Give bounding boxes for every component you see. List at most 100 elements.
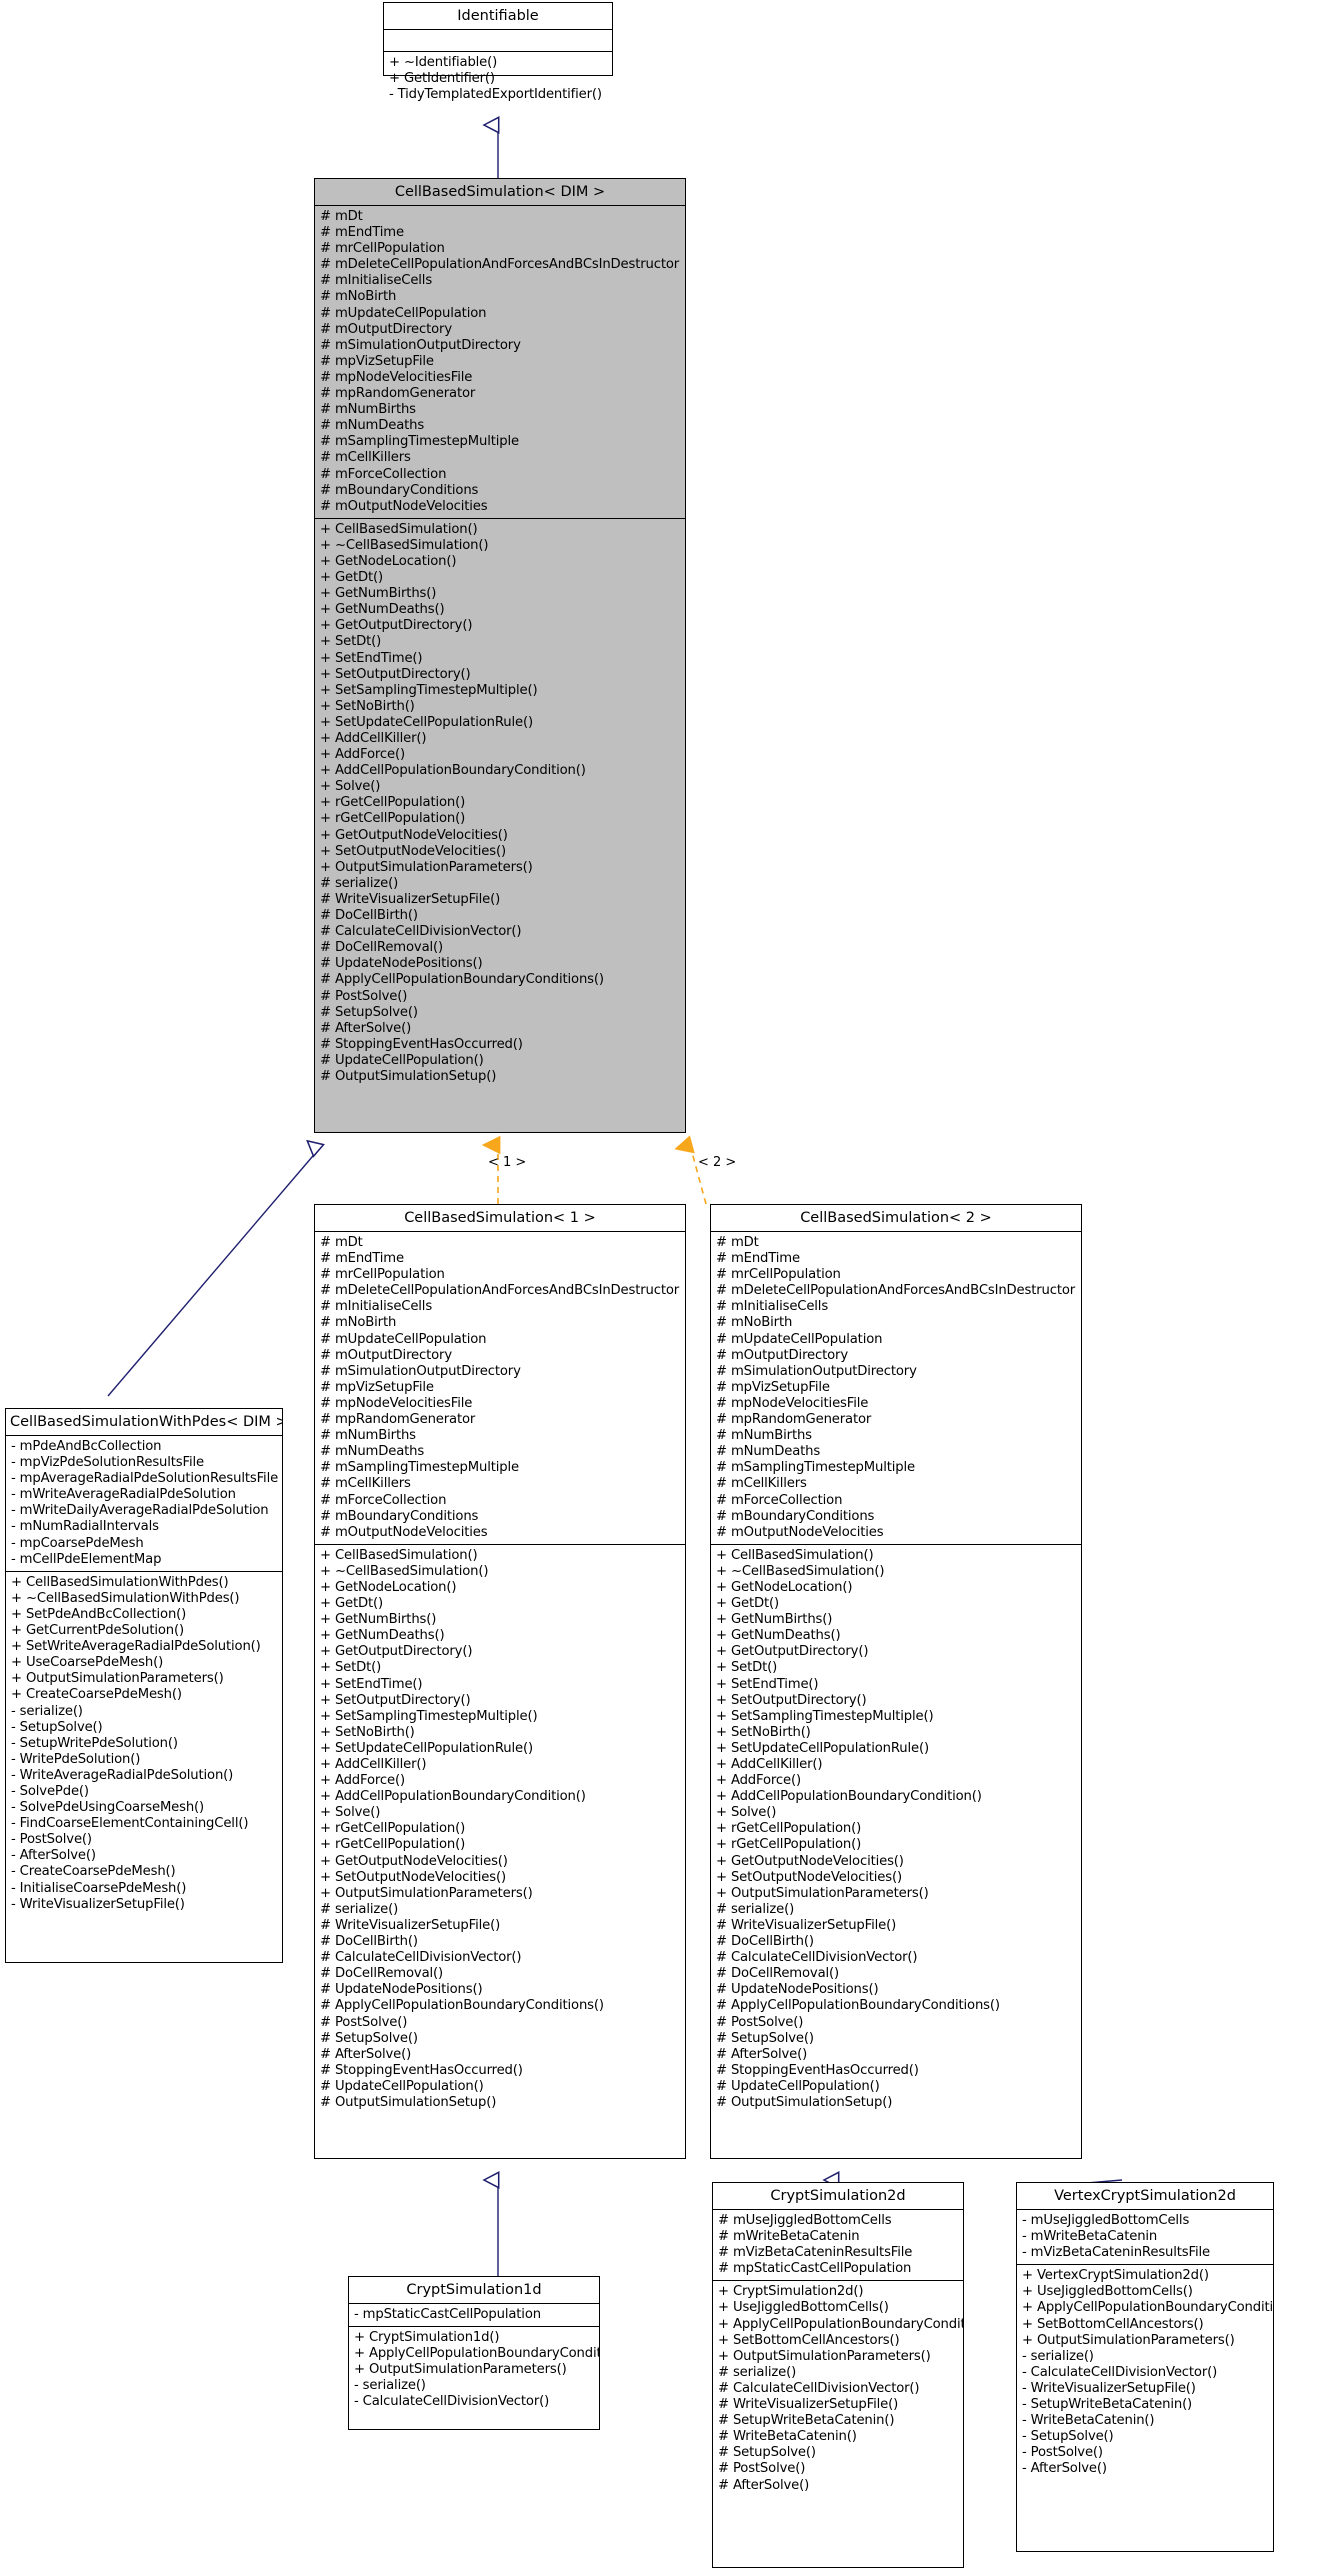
class-title-cryptsimulation2d: CryptSimulation2d — [713, 2183, 963, 2210]
class-member: + AddCellPopulationBoundaryCondition() — [320, 1789, 586, 1805]
class-member: + CellBasedSimulation() — [716, 1547, 874, 1563]
class-member: + SetEndTime() — [716, 1676, 819, 1692]
class-box-cellbasedsimulation-dim[interactable]: CellBasedSimulation< DIM > # mDt # mEndTi… — [314, 178, 686, 1133]
class-member: # mDt — [320, 209, 363, 224]
class-member: + SetNoBirth() — [320, 1724, 415, 1740]
class-member: # DoCellRemoval() — [320, 940, 444, 956]
class-member: # SetupSolve() — [320, 2030, 418, 2046]
class-member: # CalculateCellDivisionVector() — [716, 1950, 918, 1966]
class-member: # PostSolve() — [320, 988, 408, 1004]
class-member: # mUpdateCellPopulation — [320, 1331, 487, 1347]
class-title-cryptsimulation1d: CryptSimulation1d — [349, 2277, 599, 2304]
class-member: + GetIdentifier() — [389, 71, 495, 87]
class-member: - InitialiseCoarsePdeMesh() — [11, 1880, 187, 1896]
class-member: # WriteVisualizerSetupFile() — [718, 2397, 899, 2413]
class-member: + CryptSimulation1d() — [354, 2330, 500, 2346]
class-member: + GetNumDeaths() — [320, 602, 445, 618]
class-member: # mEndTime — [320, 225, 404, 241]
class-member: + ~CellBasedSimulation() — [320, 537, 489, 553]
class-box-cellbasedsimulationwithpdes[interactable]: CellBasedSimulationWithPdes< DIM > - mPd… — [5, 1408, 283, 1963]
class-member: + CellBasedSimulation() — [320, 1547, 478, 1563]
class-member: + GetNumBirths() — [320, 586, 437, 602]
class-member: + UseCoarsePdeMesh() — [11, 1655, 164, 1671]
class-member: # mpVizSetupFile — [716, 1379, 830, 1395]
class-member: # mOutputNodeVelocities — [320, 498, 488, 514]
class-member: # mrCellPopulation — [716, 1267, 841, 1283]
class-member: + UseJiggledBottomCells() — [1022, 2284, 1193, 2300]
class-methods-vertexcryptsimulation2d: + VertexCryptSimulation2d() + UseJiggledB… — [1017, 2265, 1273, 2480]
class-member: + ApplyCellPopulationBoundaryConditions(… — [718, 2316, 963, 2332]
class-member: + Solve() — [716, 1805, 777, 1821]
class-member: # SetupSolve() — [320, 1004, 418, 1020]
class-member: # AfterSolve() — [718, 2477, 810, 2493]
class-member: + CellBasedSimulationWithPdes() — [11, 1574, 229, 1590]
class-member: - SolvePdeUsingCoarseMesh() — [11, 1800, 205, 1816]
class-member: # mpVizSetupFile — [320, 1379, 434, 1395]
class-member: # PostSolve() — [718, 2461, 806, 2477]
class-member: - FindCoarseElementContainingCell() — [11, 1816, 249, 1832]
class-member: # mUpdateCellPopulation — [716, 1331, 883, 1347]
class-member: # OutputSimulationSetup() — [320, 1068, 497, 1084]
class-member: # mOutputDirectory — [716, 1347, 848, 1363]
class-member: + AddCellPopulationBoundaryCondition() — [320, 763, 586, 779]
class-member: - SetupWriteBetaCatenin() — [1022, 2397, 1193, 2413]
class-member: + SetOutputNodeVelocities() — [716, 1869, 902, 1885]
class-member: # mpNodeVelocitiesFile — [716, 1395, 869, 1411]
class-member: + GetOutputNodeVelocities() — [320, 1853, 508, 1869]
class-member: + SetDt() — [320, 1660, 382, 1676]
class-member: + SetWriteAverageRadialPdeSolution() — [11, 1639, 261, 1655]
class-member: + ApplyCellPopulationBoundaryConditions(… — [354, 2346, 599, 2362]
class-member: # mDeleteCellPopulationAndForcesAndBCsIn… — [716, 1283, 1076, 1299]
class-member: - serialize() — [1022, 2348, 1094, 2364]
class-member: # mUseJiggledBottomCells — [718, 2213, 892, 2228]
class-member: + GetDt() — [716, 1596, 780, 1612]
class-member: + ~CellBasedSimulation() — [716, 1563, 885, 1579]
class-member: - AfterSolve() — [1022, 2461, 1107, 2477]
class-member: # mNumBirths — [320, 1428, 416, 1444]
class-member: - CreateCoarsePdeMesh() — [11, 1864, 176, 1880]
class-member: + SetPdeAndBcCollection() — [11, 1606, 187, 1622]
class-member: # mpRandomGenerator — [320, 386, 476, 402]
class-member: + SetSamplingTimestepMultiple() — [320, 682, 538, 698]
class-attributes-identifiable — [384, 30, 612, 52]
class-box-vertexcryptsimulation2d[interactable]: VertexCryptSimulation2d - mUseJiggledBot… — [1016, 2182, 1274, 2552]
class-member: # mNumBirths — [320, 402, 416, 418]
class-member: # mDt — [716, 1235, 759, 1250]
class-box-cellbasedsimulation-2[interactable]: CellBasedSimulation< 2 > # mDt # mEndTime… — [710, 1204, 1082, 2159]
class-member: + UseJiggledBottomCells() — [718, 2300, 889, 2316]
class-title-identifiable: Identifiable — [384, 3, 612, 30]
class-box-cryptsimulation1d[interactable]: CryptSimulation1d - mpStaticCastCellPopu… — [348, 2276, 600, 2430]
class-member: + SetDt() — [716, 1660, 778, 1676]
class-member: # mWriteBetaCatenin — [718, 2229, 860, 2245]
class-box-cellbasedsimulation-1[interactable]: CellBasedSimulation< 1 > # mDt # mEndTime… — [314, 1204, 686, 2159]
class-attributes-cellbasedsimulation-2: # mDt # mEndTime # mrCellPopulation # mDele… — [711, 1232, 1081, 1545]
class-member: + SetEndTime() — [320, 1676, 423, 1692]
class-member: - SetupWritePdeSolution() — [11, 1735, 178, 1751]
class-member: # AfterSolve() — [716, 2046, 808, 2062]
class-member: + ApplyCellPopulationBoundaryConditions(… — [1022, 2300, 1273, 2316]
class-member: # SetupSolve() — [718, 2445, 816, 2461]
class-member: + AddForce() — [320, 1773, 405, 1789]
class-member: + GetDt() — [320, 1596, 384, 1612]
class-member: + OutputSimulationParameters() — [320, 859, 533, 875]
class-member: # mEndTime — [716, 1251, 800, 1267]
class-member: + CryptSimulation2d() — [718, 2284, 864, 2300]
class-member: + Solve() — [320, 779, 381, 795]
class-member: + SetNoBirth() — [716, 1724, 811, 1740]
class-member: # PostSolve() — [320, 2014, 408, 2030]
class-member: # AfterSolve() — [320, 2046, 412, 2062]
class-member: + GetOutputDirectory() — [716, 1644, 869, 1660]
class-methods-cryptsimulation2d: + CryptSimulation2d() + UseJiggledBottomC… — [713, 2281, 963, 2496]
class-box-cryptsimulation2d[interactable]: CryptSimulation2d # mUseJiggledBottomCel… — [712, 2182, 964, 2568]
class-methods-cellbasedsimulation-1: + CellBasedSimulation() + ~CellBasedSimul… — [315, 1545, 685, 2114]
edge-label-template-arg-2: < 2 > — [698, 1155, 737, 1170]
class-member: - mpAverageRadialPdeSolutionResultsFile — [11, 1471, 279, 1487]
edge-dim-instantiate-2 — [690, 1145, 707, 1205]
class-member: + CreateCoarsePdeMesh() — [11, 1687, 182, 1703]
class-box-identifiable[interactable]: Identifiable + ~Identifiable() + GetIdent… — [383, 2, 613, 102]
class-member: # WriteVisualizerSetupFile() — [716, 1917, 897, 1933]
class-member: # UpdateCellPopulation() — [320, 1052, 484, 1068]
class-member: # mDt — [320, 1235, 363, 1250]
class-member: - SetupSolve() — [11, 1719, 103, 1735]
class-member: # mSamplingTimestepMultiple — [320, 1460, 519, 1476]
